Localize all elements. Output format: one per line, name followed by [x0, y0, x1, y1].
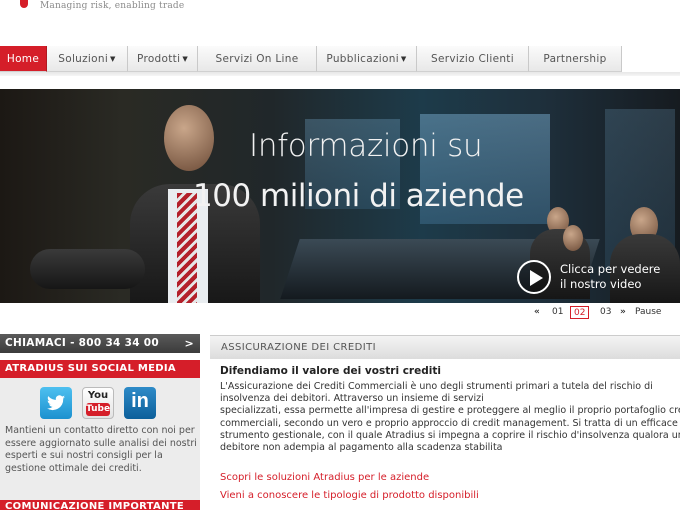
products-link[interactable]: Vieni a conoscere le tipologie di prodot… [220, 490, 479, 501]
slider-prev-button[interactable]: « [534, 306, 540, 319]
section-title: ASSICURAZIONE DEI CREDITI [210, 335, 680, 359]
logo-mark[interactable] [20, 0, 28, 8]
hero-face [164, 105, 214, 171]
body-line: commerciali, secondo un vero e proprio a… [220, 417, 678, 429]
hero-headline: 100 milioni di aziende [193, 178, 524, 214]
nav-item-servizio-clienti[interactable]: Servizio Clienti [417, 46, 529, 72]
nav-label: Servizio Clienti [431, 52, 514, 65]
nav-label: Partnership [543, 52, 607, 65]
hero-headline: Informazioni su [249, 128, 483, 164]
linkedin-in: in [131, 390, 149, 412]
chevron-down-icon: ▼ [400, 54, 407, 63]
youtube-tube: Tube [86, 403, 111, 416]
body-line: insolvenza dei debitori. Attraverso un i… [220, 393, 484, 405]
twitter-icon[interactable] [40, 387, 72, 419]
video-caption-line: Clicca per vedere [560, 262, 661, 276]
slider-next-button[interactable]: » [620, 306, 626, 319]
slider-page-02[interactable]: 02 [570, 306, 590, 319]
chevron-down-icon: ▼ [182, 54, 188, 63]
twitter-bird-glyph [47, 395, 65, 411]
video-caption-line: il nostro video [560, 277, 642, 291]
hero-arm [30, 249, 145, 289]
nav-item-soluzioni[interactable]: Soluzioni ▼ [47, 46, 128, 72]
slider-page-03[interactable]: 03 [600, 306, 611, 319]
chevron-right-icon: > [184, 337, 194, 350]
hero-face [563, 225, 583, 251]
solutions-link[interactable]: Scopri le soluzioni Atradius per le azie… [220, 472, 429, 483]
nav-underline [0, 72, 680, 76]
body-line: specializzati, essa permette all'impresa… [220, 405, 680, 417]
play-video-button[interactable] [517, 260, 551, 294]
tagline: Managing risk, enabling trade [40, 1, 185, 11]
slider-page-01[interactable]: 01 [552, 306, 563, 319]
nav-item-servizi-online[interactable]: Servizi On Line [198, 46, 317, 72]
call-us-box[interactable]: CHIAMACI - 800 34 34 00 > [0, 334, 200, 353]
body-line: strumento gestionale, con il quale Atrad… [220, 429, 680, 441]
nav-item-prodotti[interactable]: Prodotti ▼ [128, 46, 198, 72]
youtube-icon[interactable]: You Tube [82, 387, 114, 419]
content-body: L'Assicurazione dei Crediti Commerciali … [220, 381, 680, 454]
body-line: L'Assicurazione dei Crediti Commerciali … [220, 381, 653, 392]
chevron-down-icon: ▼ [110, 54, 116, 63]
content-heading: Difendiamo il valore dei vostri crediti [220, 365, 441, 377]
page: Managing risk, enabling trade Home Soluz… [0, 0, 680, 510]
body-line: debitore non adempia al pagamento alla s… [220, 442, 503, 454]
nav-label: Soluzioni [58, 52, 109, 65]
nav-label: Home [6, 52, 40, 65]
nav-label: Servizi On Line [215, 52, 299, 65]
social-media-title: ATRADIUS SUI SOCIAL MEDIA [0, 360, 200, 378]
play-icon [530, 270, 543, 286]
nav-item-pubblicazioni[interactable]: Pubblicazioni ▼ [317, 46, 417, 72]
important-notice-title[interactable]: COMUNICAZIONE IMPORTANTE [0, 500, 200, 510]
linkedin-icon[interactable]: in [124, 387, 156, 419]
nav-item-home[interactable]: Home [0, 46, 47, 72]
nav-label: Pubblicazioni [326, 52, 399, 65]
site-header: Managing risk, enabling trade [0, 0, 680, 44]
youtube-you: You [87, 390, 109, 401]
nav-item-partnership[interactable]: Partnership [529, 46, 622, 72]
call-us-label: CHIAMACI - 800 34 34 00 [5, 337, 160, 349]
slider-pause-button[interactable]: Pause [635, 306, 661, 319]
main-nav: Home Soluzioni ▼ Prodotti ▼ Servizi On Lin… [0, 46, 680, 72]
social-media-description: Mantieni un contatto diretto con noi per… [5, 425, 197, 474]
video-caption[interactable]: Clicca per vedere il nostro video [560, 262, 675, 292]
nav-label: Prodotti [137, 52, 181, 65]
